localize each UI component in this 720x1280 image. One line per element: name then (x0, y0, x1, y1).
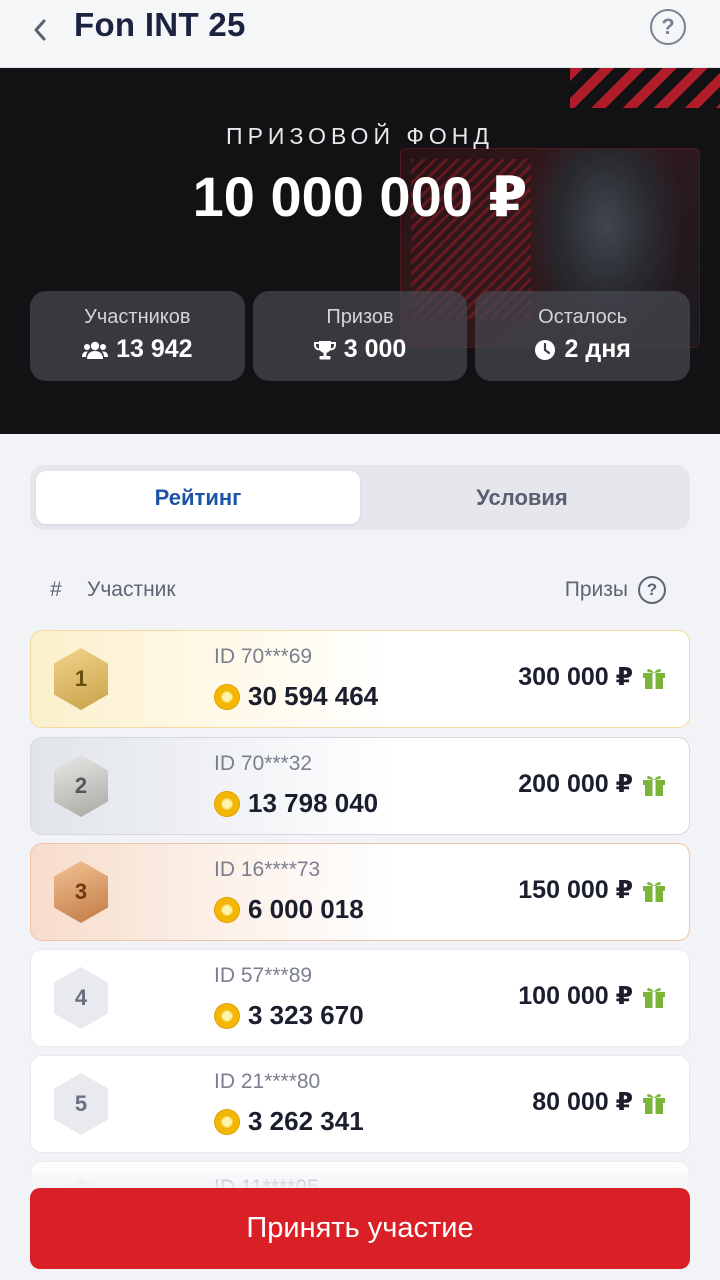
participant-id: ID 70***69 (214, 645, 313, 668)
stat-label: Участников (84, 306, 191, 328)
trophy-icon (313, 340, 336, 359)
score-value: 30 594 464 (248, 681, 379, 711)
participant-id: ID 21****80 (214, 1070, 321, 1093)
gift-icon (643, 776, 665, 796)
rating-table-header: # Участник Призы ? (30, 572, 690, 612)
rank-badge: 1 (54, 648, 108, 710)
prize-amount: 80 000 ₽ (532, 1088, 633, 1116)
participant-id: ID 70***32 (214, 752, 313, 775)
table-row[interactable]: 2 ID 70***32 13 798 040 200 000 ₽ (30, 737, 690, 835)
stats-row: Участников 13 942 Призов 3 000 Осталось … (30, 291, 691, 381)
participant-id: ID 57***89 (214, 964, 313, 987)
coin-icon (214, 683, 240, 710)
rank-badge: 4 (54, 967, 108, 1029)
prizes-help-icon[interactable]: ? (638, 576, 666, 604)
back-button[interactable] (22, 12, 58, 48)
stat-participants: Участников 13 942 (30, 291, 245, 381)
page-title: Fon INT 25 (74, 6, 246, 43)
participant-score: 30 594 464 (214, 681, 378, 712)
column-participant: Участник (87, 578, 176, 601)
coin-icon (214, 1108, 240, 1135)
stat-value: 3 000 (343, 335, 407, 363)
prize-fund-banner: ПРИЗОВОЙ ФОНД 10 000 000 ₽ Участников 13… (0, 68, 720, 434)
users-icon (82, 341, 109, 359)
prize-amount: 150 000 ₽ (518, 876, 633, 904)
score-value: 6 000 018 (248, 894, 364, 924)
join-button[interactable]: Принять участие (30, 1188, 690, 1269)
gift-icon (643, 1094, 665, 1114)
stat-value: 2 дня (564, 335, 631, 363)
rank-badge: 3 (54, 861, 108, 923)
prize-amount: 100 000 ₽ (518, 982, 633, 1010)
top-bar: Fon INT 25 ? (0, 0, 720, 68)
help-button[interactable]: ? (650, 9, 686, 45)
prize-fund-value: 10 000 000 ₽ (192, 165, 528, 228)
coin-icon (214, 896, 240, 923)
clock-icon (535, 339, 556, 360)
coin-icon (214, 790, 240, 817)
tab-conditions[interactable]: Условия (360, 471, 684, 524)
tab-rating[interactable]: Рейтинг (36, 471, 360, 524)
table-row[interactable]: 4 ID 57***89 3 323 670 100 000 ₽ (30, 949, 690, 1047)
table-row[interactable]: 1 ID 70***69 30 594 464 300 000 ₽ (30, 630, 690, 728)
stat-label: Призов (326, 306, 394, 328)
coin-icon (214, 1002, 240, 1029)
score-value: 13 798 040 (248, 788, 379, 818)
chevron-left-icon (34, 19, 46, 41)
table-row[interactable]: 5 ID 21****80 3 262 341 80 000 ₽ (30, 1055, 690, 1153)
prize-fund-label: ПРИЗОВОЙ ФОНД (226, 123, 494, 149)
stat-prizes: Призов 3 000 (252, 291, 468, 381)
gift-icon (643, 988, 665, 1008)
prize-amount: 200 000 ₽ (518, 770, 633, 798)
participant-score: 6 000 018 (214, 894, 364, 925)
stat-label: Осталось (538, 306, 628, 328)
rank-badge: 5 (54, 1073, 108, 1135)
table-row[interactable]: 3 ID 16****73 6 000 018 150 000 ₽ (30, 843, 690, 941)
participant-score: 3 262 341 (214, 1106, 364, 1137)
rank-badge: 2 (54, 755, 108, 817)
participant-id: ID 16****73 (214, 858, 321, 881)
gift-icon (643, 669, 665, 689)
tabs: Рейтинг Условия (30, 465, 690, 530)
stat-remaining: Осталось 2 дня (475, 291, 691, 381)
decorative-stripes (570, 68, 720, 108)
score-value: 3 323 670 (248, 1000, 364, 1030)
participant-score: 3 323 670 (214, 1000, 364, 1031)
gift-icon (643, 882, 665, 902)
score-value: 3 262 341 (248, 1106, 364, 1136)
participant-score: 13 798 040 (214, 788, 378, 819)
column-rank: # (50, 578, 62, 601)
column-prizes: Призы (564, 578, 628, 601)
stat-value: 13 942 (116, 335, 193, 363)
prize-amount: 300 000 ₽ (518, 663, 633, 691)
